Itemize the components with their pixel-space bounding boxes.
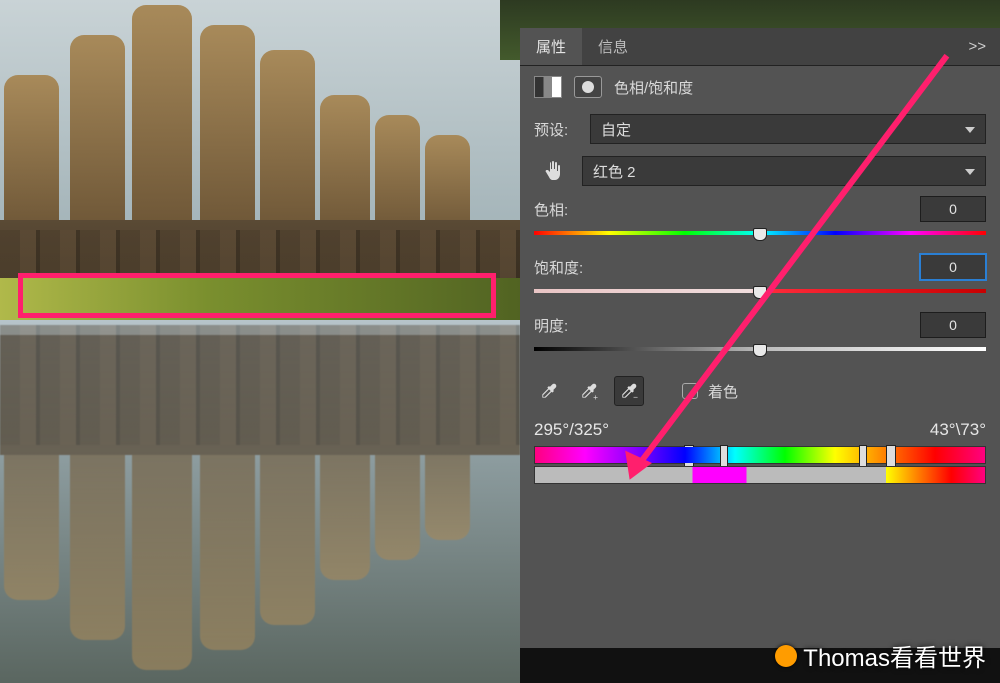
color-range-readout: 295°/325° 43°\73° (520, 416, 1000, 444)
water-reflection (0, 320, 520, 683)
targeted-adjustment-tool[interactable] (534, 159, 574, 183)
temple-region (0, 60, 520, 295)
eyedropper-add-icon[interactable]: + (574, 376, 604, 406)
eyedropper-tools: + − 着色 (520, 366, 1000, 416)
saturation-slider[interactable] (534, 286, 986, 296)
panel-expand-button[interactable]: >> (954, 38, 1000, 55)
svg-text:−: − (633, 392, 638, 401)
panel-tabs: 属性 信息 >> (520, 28, 1000, 66)
lightness-slider[interactable] (534, 344, 986, 354)
preset-select[interactable]: 自定 (590, 114, 986, 144)
tab-info[interactable]: 信息 (582, 28, 644, 65)
color-range-strip-top[interactable] (534, 446, 986, 464)
eyedropper-subtract-icon[interactable]: − (614, 376, 644, 406)
weibo-icon (775, 645, 797, 667)
adjustment-header: 色相/饱和度 (520, 66, 1000, 108)
channel-select[interactable]: 红色 2 (582, 156, 986, 186)
lightness-label: 明度: (534, 315, 568, 336)
svg-text:+: + (593, 392, 598, 401)
hue-value-input[interactable]: 0 (920, 196, 986, 222)
properties-panel: 属性 信息 >> 色相/饱和度 预设: 自定 红色 2 色相: 0 (520, 28, 1000, 648)
adjustment-type-icon[interactable] (534, 76, 562, 98)
hue-slider-block: 色相: 0 (520, 192, 1000, 250)
hue-label: 色相: (534, 199, 568, 220)
tab-properties[interactable]: 属性 (520, 28, 582, 65)
lightness-value-input[interactable]: 0 (920, 312, 986, 338)
channel-value: 红色 2 (593, 161, 636, 182)
eyedropper-icon[interactable] (534, 376, 564, 406)
preset-label: 预设: (534, 119, 582, 140)
adjustment-title: 色相/饱和度 (614, 77, 693, 98)
range-right: 43°\73° (930, 420, 986, 440)
saturation-label: 饱和度: (534, 257, 583, 278)
colorize-label: 着色 (708, 381, 738, 402)
saturation-slider-block: 饱和度: 0 (520, 250, 1000, 308)
lightness-slider-block: 明度: 0 (520, 308, 1000, 366)
layer-mask-icon[interactable] (574, 76, 602, 98)
color-range-strip-bottom[interactable] (534, 466, 986, 484)
range-left: 295°/325° (534, 420, 609, 440)
saturation-value-input[interactable]: 0 (920, 254, 986, 280)
watermark: Thomas看看世界 (775, 638, 986, 673)
annotation-selection-box (18, 273, 496, 318)
watermark-text: Thomas看看世界 (803, 638, 986, 673)
preset-value: 自定 (601, 119, 631, 140)
hue-slider[interactable] (534, 228, 986, 238)
colorize-checkbox[interactable] (682, 383, 698, 399)
